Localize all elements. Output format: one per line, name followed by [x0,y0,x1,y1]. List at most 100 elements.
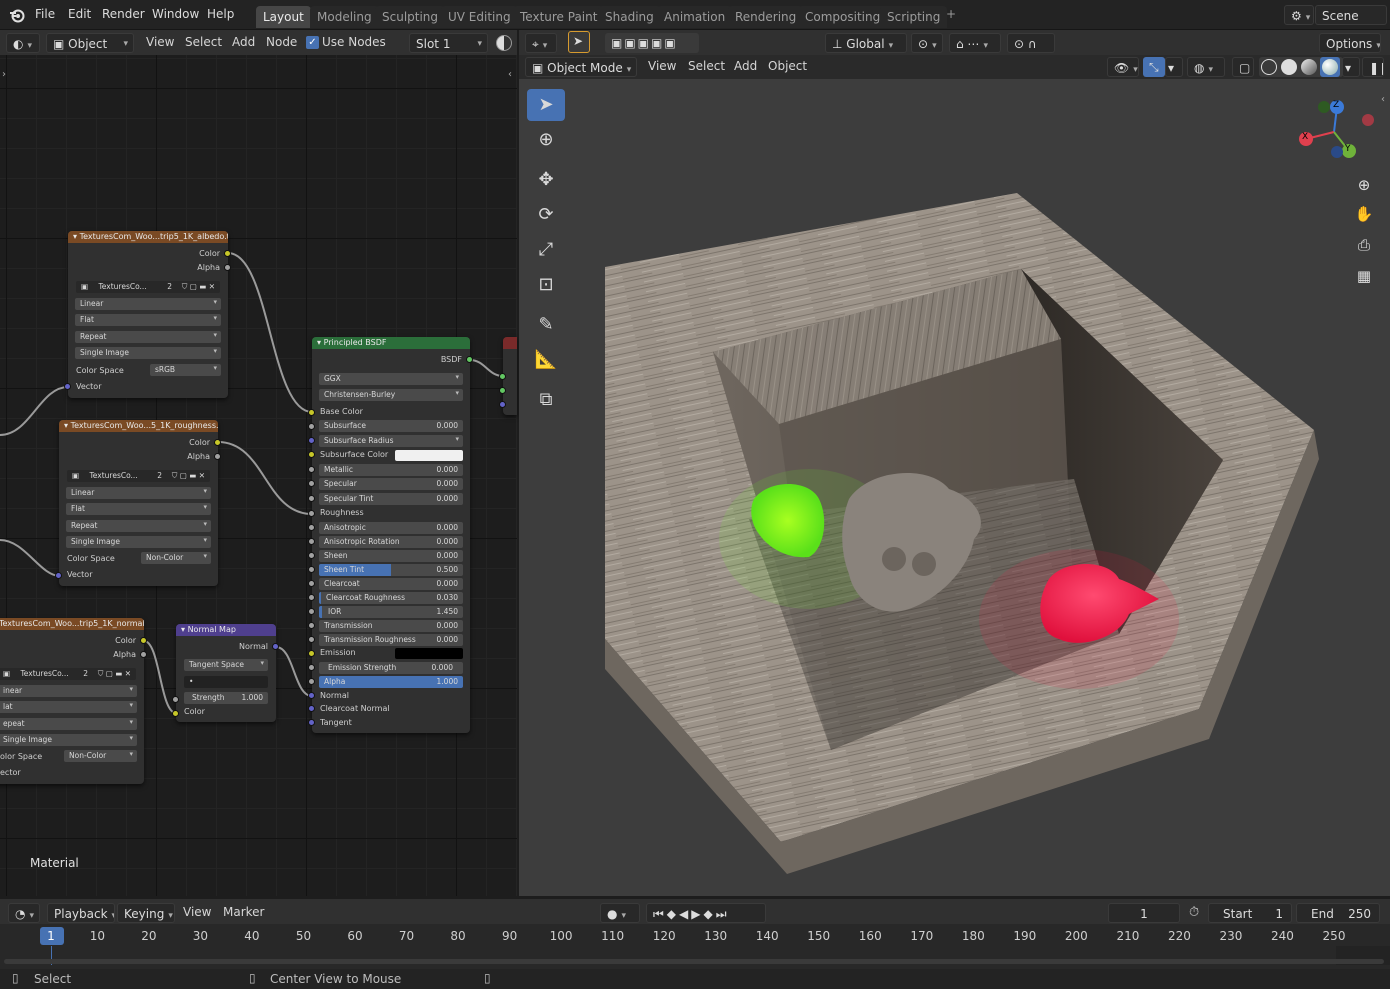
tab-modeling[interactable]: Modeling [310,6,379,28]
tab-shading[interactable]: Shading [598,6,661,28]
albedo-image-selector[interactable]: ▣ TexturesCo... 2 ⛉ ▢ ▬ ✕ [76,281,220,293]
normal-tex-extension-dropdown[interactable]: epeat ▾ [0,718,137,730]
menu-render[interactable]: Render [102,7,145,21]
bsdf-transmission-roughness-field[interactable]: Transmission Roughness 0.000 [319,634,463,646]
bsdf-anisotropic-field[interactable]: Anisotropic 0.000 [319,522,463,534]
bsdf-ior-socket[interactable] [308,608,315,615]
menu-help[interactable]: Help [207,7,234,21]
proportional-editing-icon[interactable]: ⊙ ∩ [1007,33,1055,53]
snap-icon[interactable]: ⌂ ⋯ ▾ [949,33,1001,53]
slot-dropdown[interactable]: Slot 1 ▾ [409,33,488,53]
bsdf-specular-tint-socket[interactable] [308,495,315,502]
viewport-sidebar-expand-icon[interactable]: ‹ [1381,94,1385,105]
transform-tool-icon[interactable]: ⊡ [527,269,565,301]
node-menu-add[interactable]: Add [232,35,255,49]
normal-map-strength-field[interactable]: Strength 1.000 [184,692,268,704]
albedo-source-dropdown[interactable]: Single Image ▾ [75,347,221,359]
roughness-image-actions-icon[interactable]: ⛉ ▢ ▬ ✕ [172,471,205,481]
viewport-menu-add[interactable]: Add [734,59,757,73]
bsdf-specular-field[interactable]: Specular 0.000 [319,478,463,490]
node-menu-select[interactable]: Select [185,35,222,49]
gizmo-toggle-icon[interactable]: ⤡ [1143,57,1165,77]
albedo-interpolation-dropdown[interactable]: Linear ▾ [75,298,221,310]
bsdf-clearcoat-roughness-socket[interactable] [308,594,315,601]
shading-options-icon[interactable]: ▾ [1342,57,1360,77]
bsdf-title[interactable]: ▾ Principled BSDF [312,337,470,349]
bsdf-specular-tint-field[interactable]: Specular Tint 0.000 [319,493,463,505]
material-output-surface-socket[interactable] [499,373,506,380]
bsdf-emission-socket[interactable] [308,650,315,657]
bsdf-clearcoat-roughness-field[interactable]: Clearcoat Roughness 0.030 [319,592,463,604]
current-frame-field[interactable]: 1 [1108,903,1180,923]
normal-tex-interpolation-dropdown[interactable]: inear ▾ [0,685,137,697]
albedo-colorspace-dropdown[interactable]: sRGB ▾ [150,364,221,376]
albedo-image-actions-icon[interactable]: ⛉ ▢ ▬ ✕ [182,282,215,292]
select-tool-icon[interactable]: ➤ [568,31,590,53]
node-menu-node[interactable]: Node [266,35,297,49]
shader-type-dropdown[interactable]: ▣ Object ▾ [46,33,134,53]
playback-controls[interactable]: ⏮◆◀▶◆⏭ [646,903,766,923]
solid-shading-icon[interactable] [1281,59,1297,75]
albedo-texture-node[interactable]: ▾ TexturesCom_Woo...trip5_1K_albedo.tif … [68,231,228,398]
rotate-tool-icon[interactable]: ⟳ [527,199,565,231]
bsdf-base-color-socket[interactable] [308,409,315,416]
keying-dropdown[interactable]: Keying ▾ [117,903,175,923]
bsdf-anisotropic-socket[interactable] [308,524,315,531]
editor-type-icon[interactable]: ◐ ▾ [6,33,40,53]
transform-orientation-dropdown[interactable]: ⊥ Global ▾ [825,33,907,53]
start-frame-field[interactable]: Start 1 [1208,903,1292,923]
bsdf-emission-color-swatch[interactable] [395,648,463,659]
roughness-source-dropdown[interactable]: Single Image ▾ [66,536,211,548]
roughness-projection-dropdown[interactable]: Flat ▾ [66,503,211,515]
camera-view-icon[interactable]: ⎙ [1353,236,1375,258]
bsdf-transmission-field[interactable]: Transmission 0.000 [319,620,463,632]
playback-dropdown[interactable]: Playback▾ [47,903,115,923]
selection-mode-icons[interactable]: ▣▣▣▣▣ [605,33,699,53]
timeline-editor-type-icon[interactable]: ◔ ▾ [8,903,40,923]
visibility-icon[interactable]: 👁 ▾ [1107,57,1139,77]
bsdf-tangent-socket[interactable] [308,719,315,726]
move-tool-icon[interactable]: ✥ [527,164,565,196]
albedo-node-title[interactable]: ▾ TexturesCom_Woo...trip5_1K_albedo.tif [68,231,228,243]
bsdf-transmission-socket[interactable] [308,622,315,629]
measure-tool-icon[interactable]: 📐 [527,344,565,376]
bsdf-anisotropic-rotation-socket[interactable] [308,538,315,545]
viewport-menu-view[interactable]: View [648,59,676,73]
bsdf-subsurface-radius-field[interactable]: Subsurface Radius ▾ [319,435,463,447]
bsdf-out-socket[interactable] [466,356,473,363]
node-editor-canvas[interactable]: › ‹ ▾ TexturesCom_Woo...trip5_1K_albedo.… [0,55,517,896]
roughness-vector-socket[interactable] [55,572,62,579]
bsdf-sheen-field[interactable]: Sheen 0.000 [319,550,463,562]
cursor-tool-icon[interactable]: ⊕ [527,124,565,156]
roughness-interpolation-dropdown[interactable]: Linear ▾ [66,487,211,499]
normal-tex-image-actions-icon[interactable]: ⛉ ▢ ▬ ✕ [98,669,131,679]
bsdf-roughness-socket[interactable] [308,510,315,517]
roughness-texture-node[interactable]: ▾ TexturesCom_Woo...5_1K_roughness.ti Co… [59,420,218,586]
menu-edit[interactable]: Edit [68,7,91,21]
normal-tex-source-dropdown[interactable]: Single Image ▾ [0,734,137,746]
sidebar-expand-icon[interactable]: ‹ [508,69,512,80]
menu-window[interactable]: Window [152,7,199,21]
bsdf-subsurface-color-socket[interactable] [308,451,315,458]
end-frame-field[interactable]: End 250 [1296,903,1380,923]
bsdf-clearcoat-field[interactable]: Clearcoat 0.000 [319,578,463,590]
scene-selector-icon[interactable]: ⚙ ▾ [1284,5,1314,25]
zoom-icon[interactable]: ⊕ [1353,176,1375,198]
normal-map-color-socket[interactable] [172,710,179,717]
viewport-menu-select[interactable]: Select [688,59,725,73]
roughness-colorspace-dropdown[interactable]: Non-Color ▾ [141,552,211,564]
normal-map-out-socket[interactable] [272,643,279,650]
bsdf-normal-socket[interactable] [308,692,315,699]
bsdf-metallic-socket[interactable] [308,466,315,473]
bsdf-subsurface-field[interactable]: Subsurface 0.000 [319,420,463,432]
blender-logo-icon[interactable] [9,7,25,23]
normal-map-strength-socket[interactable] [172,696,179,703]
timeline-menu-view[interactable]: View [183,905,211,919]
wireframe-shading-icon[interactable] [1261,59,1277,75]
tab-uv-editing[interactable]: UV Editing [441,6,518,28]
bsdf-distribution-dropdown[interactable]: GGX ▾ [319,373,463,385]
viewport-editor-type-icon[interactable]: ⌖ ▾ [525,33,557,53]
albedo-extension-dropdown[interactable]: Repeat ▾ [75,331,221,343]
roughness-extension-dropdown[interactable]: Repeat ▾ [66,520,211,532]
bsdf-emission-strength-field[interactable]: Emission Strength 0.000 [319,662,463,674]
